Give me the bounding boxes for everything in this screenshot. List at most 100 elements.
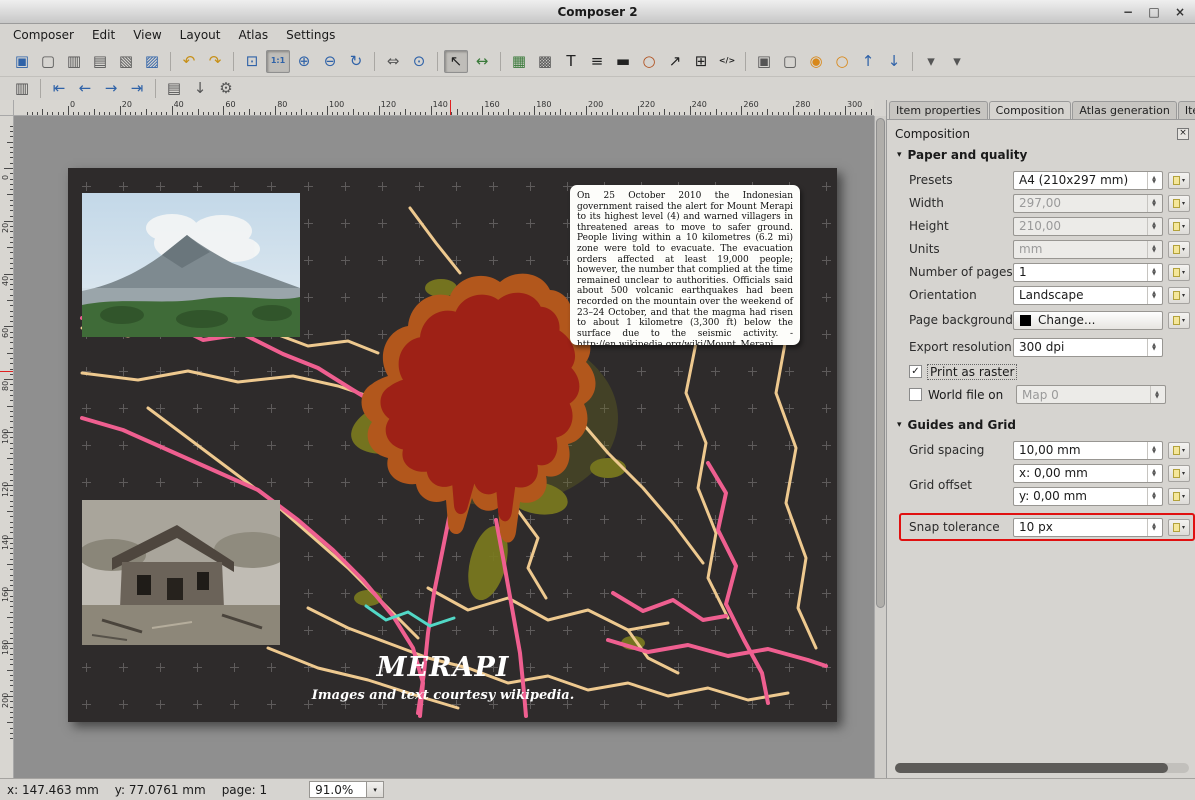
infobox-item[interactable]: On 25 October 2010 the Indonesian govern… xyxy=(570,185,800,345)
data-defined-override-button[interactable]: ▾ xyxy=(1168,442,1190,459)
spinner-arrows[interactable]: ▲▼ xyxy=(1147,195,1160,212)
zoom-dropdown-button[interactable]: ▾ xyxy=(367,781,384,798)
atlas-next-button[interactable]: → xyxy=(99,77,123,100)
spinner-arrows[interactable]: ▲▼ xyxy=(1147,172,1160,189)
data-defined-override-button[interactable]: ▾ xyxy=(1168,172,1190,189)
number-of-pages-spinbox[interactable]: 1 ▲▼ xyxy=(1013,263,1163,282)
menu-layout[interactable]: Layout xyxy=(171,26,230,44)
grid-offset-x-spinbox[interactable]: x: 0,00 mm ▲▼ xyxy=(1013,464,1163,483)
panel-horizontal-scrollbar[interactable] xyxy=(895,763,1189,773)
distribute-items-dropdown[interactable]: ▾ xyxy=(945,50,969,73)
composer-manager-button[interactable]: ▤ xyxy=(88,50,112,73)
data-defined-override-button[interactable]: ▾ xyxy=(1168,519,1190,536)
menu-composer[interactable]: Composer xyxy=(4,26,83,44)
spinner-arrows[interactable]: ▲▼ xyxy=(1147,488,1160,505)
data-defined-override-button[interactable]: ▾ xyxy=(1168,195,1190,212)
load-template-button[interactable]: ▧ xyxy=(114,50,138,73)
menu-atlas[interactable]: Atlas xyxy=(229,26,277,44)
tab-item-properties[interactable]: Item properties xyxy=(889,101,988,119)
pan-tool-button[interactable]: ⇔ xyxy=(381,50,405,73)
composer-canvas[interactable]: On 25 October 2010 the Indonesian govern… xyxy=(14,116,874,778)
data-defined-override-button[interactable]: ▾ xyxy=(1168,312,1190,329)
add-html-button[interactable]: </> xyxy=(715,50,739,73)
maximize-button[interactable]: □ xyxy=(1147,6,1161,18)
spinner-arrows[interactable]: ▲▼ xyxy=(1147,442,1160,459)
redo-button[interactable]: ↷ xyxy=(203,50,227,73)
save-project-button[interactable]: ▣ xyxy=(10,50,34,73)
data-defined-override-button[interactable]: ▾ xyxy=(1168,488,1190,505)
menu-edit[interactable]: Edit xyxy=(83,26,124,44)
move-item-content-button[interactable]: ↔ xyxy=(470,50,494,73)
canvas-vertical-scrollbar-thumb[interactable] xyxy=(876,118,885,608)
spinner-arrows[interactable]: ▲▼ xyxy=(1147,218,1160,235)
orientation-combo[interactable]: Landscape ▲▼ xyxy=(1013,286,1163,305)
lock-items-button[interactable]: ◉ xyxy=(804,50,828,73)
spinner-arrows[interactable]: ▲▼ xyxy=(1147,339,1160,356)
ungroup-items-button[interactable]: ▢ xyxy=(778,50,802,73)
height-spinbox[interactable]: 210,00 ▲▼ xyxy=(1013,217,1163,236)
page-background-change-button[interactable]: Change... xyxy=(1013,311,1163,330)
select-move-item-button[interactable]: ↖ xyxy=(444,50,468,73)
zoom-in-button[interactable]: ⊕ xyxy=(292,50,316,73)
export-resolution-spinbox[interactable]: 300 dpi ▲▼ xyxy=(1013,338,1163,357)
unlock-items-button[interactable]: ○ xyxy=(830,50,854,73)
print-as-raster-checkbox[interactable]: ✓ xyxy=(909,365,922,378)
new-composer-button[interactable]: ▢ xyxy=(36,50,60,73)
group-items-button[interactable]: ▣ xyxy=(752,50,776,73)
atlas-last-button[interactable]: ⇥ xyxy=(125,77,149,100)
zoom-level-field[interactable]: 91.0% xyxy=(309,781,367,798)
lower-items-button[interactable]: ↓ xyxy=(882,50,906,73)
data-defined-override-button[interactable]: ▾ xyxy=(1168,287,1190,304)
spinner-arrows[interactable]: ▲▼ xyxy=(1150,386,1163,403)
atlas-first-button[interactable]: ⇤ xyxy=(47,77,71,100)
panel-close-button[interactable]: × xyxy=(1177,128,1189,140)
print-as-raster-label[interactable]: Print as raster xyxy=(928,365,1016,379)
save-template-button[interactable]: ▨ xyxy=(140,50,164,73)
zoom-tool-button[interactable]: ⊙ xyxy=(407,50,431,73)
tab-items[interactable]: Items xyxy=(1178,101,1195,119)
refresh-view-button[interactable]: ↻ xyxy=(344,50,368,73)
spinner-arrows[interactable]: ▲▼ xyxy=(1147,264,1160,281)
world-file-checkbox[interactable] xyxy=(909,388,922,401)
spinner-arrows[interactable]: ▲▼ xyxy=(1147,287,1160,304)
units-combo[interactable]: mm ▲▼ xyxy=(1013,240,1163,259)
panel-horizontal-scrollbar-thumb[interactable] xyxy=(895,763,1168,773)
spinner-arrows[interactable]: ▲▼ xyxy=(1147,241,1160,258)
grid-offset-y-spinbox[interactable]: y: 0,00 mm ▲▼ xyxy=(1013,487,1163,506)
raise-items-button[interactable]: ↑ xyxy=(856,50,880,73)
volcano-photo-item[interactable] xyxy=(82,193,300,337)
align-items-dropdown[interactable]: ▾ xyxy=(919,50,943,73)
duplicate-composer-button[interactable]: ▥ xyxy=(62,50,86,73)
zoom-out-button[interactable]: ⊖ xyxy=(318,50,342,73)
add-shape-button[interactable]: ○ xyxy=(637,50,661,73)
data-defined-override-button[interactable]: ▾ xyxy=(1168,264,1190,281)
canvas-vertical-scrollbar[interactable] xyxy=(874,116,886,778)
grid-spacing-spinbox[interactable]: 10,00 mm ▲▼ xyxy=(1013,441,1163,460)
tab-composition[interactable]: Composition xyxy=(989,101,1072,120)
section-paper-and-quality[interactable]: ▾ Paper and quality xyxy=(897,148,1189,162)
add-label-button[interactable]: T xyxy=(559,50,583,73)
undo-button[interactable]: ↶ xyxy=(177,50,201,73)
width-spinbox[interactable]: 297,00 ▲▼ xyxy=(1013,194,1163,213)
presets-combo[interactable]: A4 (210x297 mm) ▲▼ xyxy=(1013,171,1163,190)
add-image-button[interactable]: ▩ xyxy=(533,50,557,73)
atlas-preview-button[interactable]: ▥ xyxy=(10,77,34,100)
print-atlas-button[interactable]: ▤ xyxy=(162,77,186,100)
data-defined-override-button[interactable]: ▾ xyxy=(1168,218,1190,235)
add-scalebar-button[interactable]: ▬ xyxy=(611,50,635,73)
data-defined-override-button[interactable]: ▾ xyxy=(1168,465,1190,482)
atlas-prev-button[interactable]: ← xyxy=(73,77,97,100)
composition-page[interactable]: On 25 October 2010 the Indonesian govern… xyxy=(68,168,837,722)
section-guides-and-grid[interactable]: ▾ Guides and Grid xyxy=(897,418,1189,432)
snap-tolerance-spinbox[interactable]: 10 px ▲▼ xyxy=(1013,518,1163,537)
add-table-button[interactable]: ⊞ xyxy=(689,50,713,73)
add-legend-button[interactable]: ≡ xyxy=(585,50,609,73)
tab-atlas-generation[interactable]: Atlas generation xyxy=(1072,101,1177,119)
map-title[interactable]: MERAPI xyxy=(377,652,510,683)
map-subtitle[interactable]: Images and text courtesy wikipedia. xyxy=(312,688,575,703)
spinner-arrows[interactable]: ▲▼ xyxy=(1147,465,1160,482)
menu-view[interactable]: View xyxy=(124,26,170,44)
atlas-settings-button[interactable]: ⚙ xyxy=(214,77,238,100)
menu-settings[interactable]: Settings xyxy=(277,26,344,44)
add-map-button[interactable]: ▦ xyxy=(507,50,531,73)
